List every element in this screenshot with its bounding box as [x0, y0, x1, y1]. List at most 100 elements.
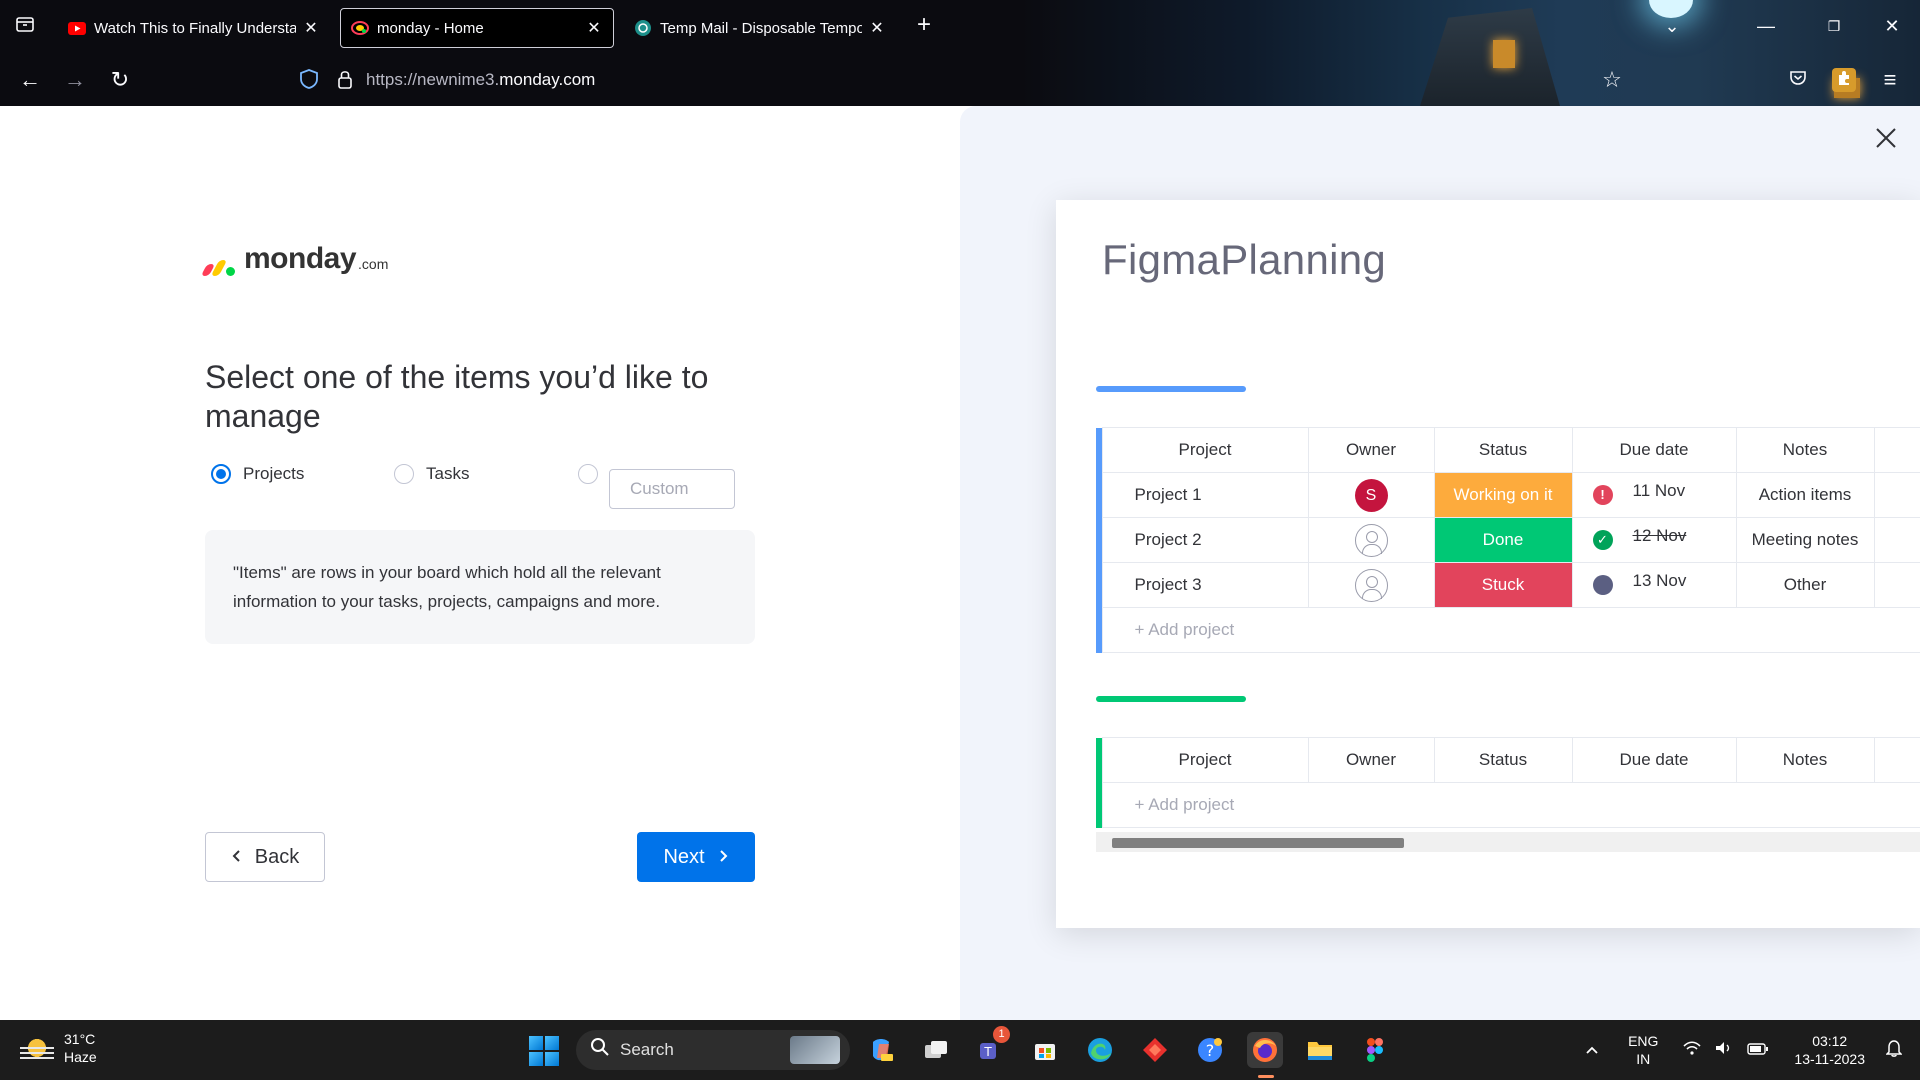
custom-item-input[interactable]: [609, 469, 735, 509]
menu-hamburger-icon[interactable]: ≡: [1878, 68, 1902, 92]
due-date-cell: 13 Nov: [1571, 562, 1737, 608]
task-view-icon[interactable]: [918, 1032, 954, 1068]
project-name: Project 3: [1101, 562, 1309, 608]
next-button[interactable]: Next: [637, 832, 755, 882]
notes-cell: Action items: [1735, 472, 1875, 518]
close-tab-icon[interactable]: ✕: [585, 18, 603, 38]
page-title: Select one of the items you’d like to ma…: [205, 359, 709, 434]
table-row: Project 3 Stuck 13 Nov Other: [1096, 562, 1920, 608]
app-red-diamond-icon[interactable]: [1137, 1032, 1173, 1068]
minimize-icon[interactable]: —: [1754, 14, 1778, 38]
close-icon[interactable]: [1872, 126, 1900, 154]
status-badge: Stuck: [1433, 562, 1573, 608]
column-header: Due date: [1571, 737, 1737, 783]
microsoft-store-icon[interactable]: [1027, 1032, 1063, 1068]
radio-custom[interactable]: [578, 464, 610, 484]
due-date-cell: ! 11 Nov: [1571, 472, 1737, 518]
logo-word: monday: [244, 242, 357, 275]
temperature: 31°C: [64, 1031, 96, 1047]
column-header-extra: [1873, 427, 1920, 473]
close-tab-icon[interactable]: ✕: [868, 18, 886, 38]
weather-widget[interactable]: 31°C Haze: [20, 1030, 97, 1066]
reload-icon[interactable]: ↻: [108, 68, 132, 92]
tabs-overflow-chevron-icon[interactable]: ⌄: [1660, 14, 1684, 38]
theme-house-art: [1420, 8, 1560, 106]
active-app-indicator: [1258, 1075, 1274, 1078]
teams-icon[interactable]: T 1: [972, 1026, 1010, 1068]
tab-list-icon[interactable]: [14, 14, 36, 36]
group-color-bar: [1096, 696, 1246, 702]
chevron-left-icon: [231, 847, 241, 868]
taskbar: 31°C Haze Search T 1 ? ENG IN 03:12 13-1…: [0, 1020, 1920, 1080]
help-icon[interactable]: ?: [1192, 1032, 1228, 1068]
due-date-cell: ✓ 12 Nov: [1571, 517, 1737, 563]
taskbar-search[interactable]: Search: [576, 1030, 850, 1070]
battery-icon[interactable]: [1747, 1040, 1769, 1060]
back-arrow-icon[interactable]: ←: [18, 68, 42, 92]
column-header: Owner: [1307, 427, 1435, 473]
due-date: 13 Nov: [1632, 571, 1687, 590]
onboarding-panel: monday .com Select one of the items you’…: [0, 106, 960, 1020]
window-close-icon[interactable]: ✕: [1880, 14, 1904, 38]
copilot-icon[interactable]: [863, 1032, 899, 1068]
project-name: Project 2: [1101, 517, 1309, 563]
add-row: + Add project: [1096, 782, 1920, 828]
svg-text:T: T: [983, 1045, 992, 1059]
svg-text:?: ?: [1206, 1041, 1215, 1060]
next-button-label: Next: [663, 845, 705, 868]
radio-unselected-icon[interactable]: [578, 464, 598, 484]
monday-logo-icon: [200, 260, 238, 276]
volume-icon[interactable]: [1715, 1040, 1733, 1060]
scrollbar-thumb[interactable]: [1112, 838, 1404, 848]
extensions-icon[interactable]: [1832, 68, 1856, 92]
owner-cell: S: [1307, 472, 1435, 518]
close-tab-icon[interactable]: ✕: [302, 18, 320, 38]
wifi-icon[interactable]: [1683, 1040, 1701, 1060]
notification-bell-icon[interactable]: [1885, 1039, 1903, 1062]
new-tab-icon[interactable]: +: [913, 13, 935, 37]
clock[interactable]: 03:12 13-11-2023: [1794, 1032, 1865, 1068]
table-row: Project 2 Done ✓ 12 Nov Meeting notes: [1096, 517, 1920, 563]
pocket-icon[interactable]: [1786, 68, 1810, 92]
file-explorer-icon[interactable]: [1302, 1032, 1338, 1068]
windows-start-icon[interactable]: [529, 1036, 559, 1066]
url-bar[interactable]: https://newnime3. monday.com: [366, 62, 595, 98]
firefox-icon[interactable]: [1247, 1032, 1283, 1068]
youtube-icon: [68, 19, 86, 37]
add-project-label: + Add project: [1101, 782, 1920, 828]
shield-icon[interactable]: [297, 68, 321, 92]
forward-arrow-icon[interactable]: →: [63, 68, 87, 92]
check-icon: ✓: [1592, 530, 1613, 550]
dot-icon: [1592, 575, 1613, 595]
tab-tempmail[interactable]: Temp Mail - Disposable Tempo ✕: [624, 8, 896, 48]
chevron-up-icon[interactable]: [1585, 1040, 1599, 1060]
url-prefix: https://newnime3.: [366, 70, 500, 89]
tab-title: monday - Home: [377, 19, 484, 37]
edge-icon[interactable]: [1082, 1032, 1118, 1068]
time: 03:12: [1812, 1033, 1848, 1049]
tab-monday[interactable]: monday - Home ✕: [340, 8, 614, 48]
monday-icon: [351, 19, 369, 37]
radio-unselected-icon[interactable]: [394, 464, 414, 484]
radio-selected-icon[interactable]: [211, 464, 231, 484]
date: 13-11-2023: [1794, 1051, 1865, 1067]
search-label: Search: [620, 1040, 674, 1059]
bookmark-star-icon[interactable]: ☆: [1600, 68, 1624, 92]
theme-background: [1020, 0, 1920, 106]
radio-projects[interactable]: Projects: [211, 464, 304, 484]
restore-icon[interactable]: ❐: [1822, 14, 1846, 38]
radio-tasks[interactable]: Tasks: [394, 464, 469, 484]
lock-icon[interactable]: [333, 68, 357, 92]
monday-logo: monday .com: [200, 242, 388, 276]
project-name: Project 1: [1101, 472, 1309, 518]
language-indicator[interactable]: ENG IN: [1628, 1032, 1658, 1068]
info-box: "Items" are rows in your board which hol…: [205, 530, 755, 644]
tab-youtube[interactable]: Watch This to Finally Understand ✕: [58, 8, 330, 48]
group-table: Project Owner Status Due date Notes + Ad…: [1096, 737, 1920, 828]
notes-cell: Meeting notes: [1735, 517, 1875, 563]
figma-icon[interactable]: [1357, 1032, 1393, 1068]
info-text: "Items" are rows in your board which hol…: [233, 563, 661, 611]
radio-label: Projects: [243, 464, 305, 483]
back-button[interactable]: Back: [205, 832, 325, 882]
alert-icon: !: [1592, 485, 1613, 505]
